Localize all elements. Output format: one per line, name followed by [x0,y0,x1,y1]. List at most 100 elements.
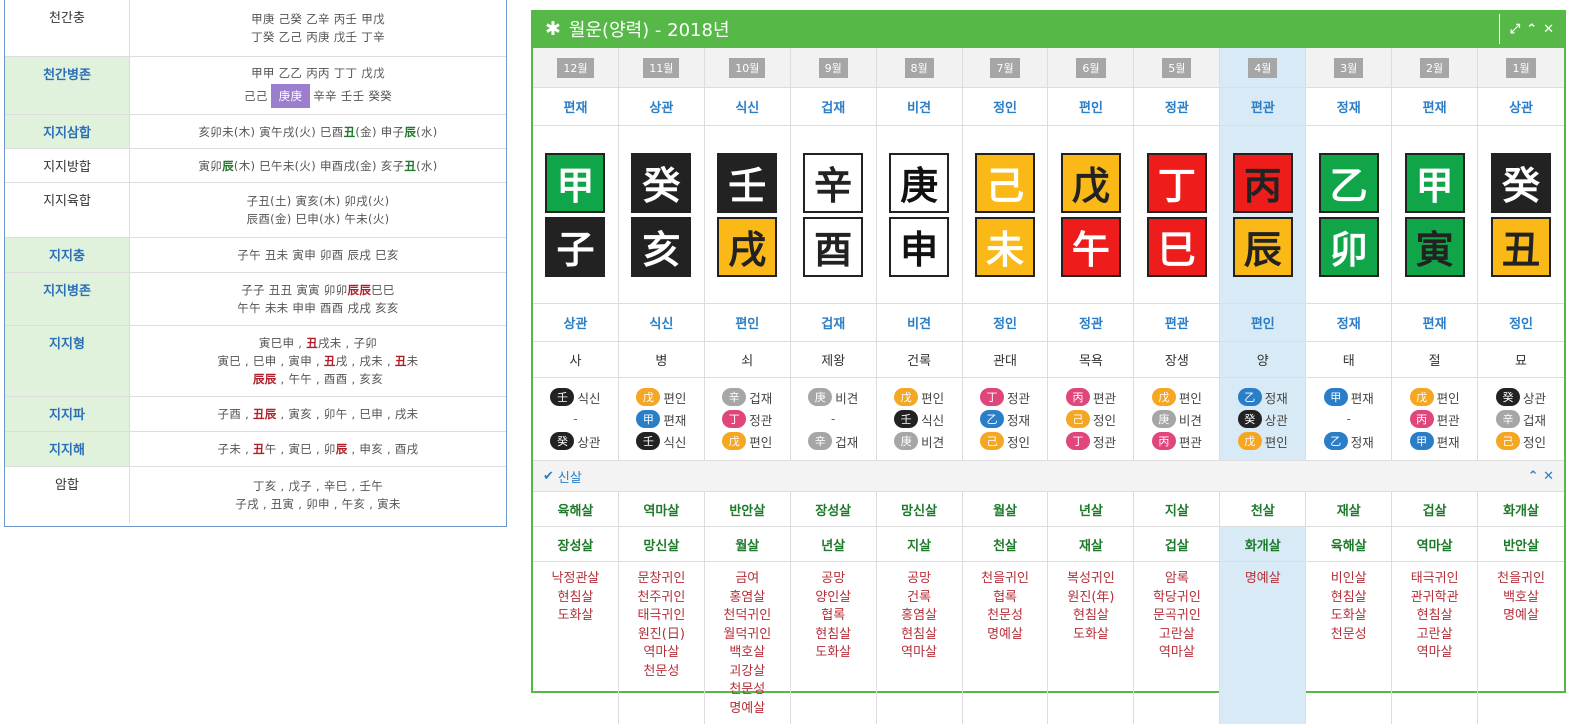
earthly-branch[interactable]: 丑 [1491,216,1552,277]
hidden-stem-line: 甲 편재 [636,409,686,429]
hidden-stem-badge: 戊 [722,432,747,450]
hidden-stem-god: 편재 [1350,390,1374,406]
heavenly-stem[interactable]: 庚 [889,152,950,213]
sinsal-item: 태극귀인 [637,608,686,623]
earthly-branch[interactable]: 寅 [1404,216,1465,277]
hidden-stem-god: 비견 [921,434,945,450]
heavenly-stem[interactable]: 己 [975,152,1036,213]
hidden-stem-god: 겁재 [835,434,859,450]
earthly-branch[interactable]: 卯 [1318,216,1379,277]
sinsal-controls: ⌃ ✕ [1528,469,1554,484]
month-badge[interactable]: 10월 [729,57,766,78]
relation-text: 丑 [252,442,265,456]
hidden-stem-line: 辛 겁재 [1496,409,1546,429]
earthly-branch[interactable]: 申 [889,216,950,277]
sal-cell: 지살 [1134,492,1221,527]
pillar-cell: 壬戌 [704,126,791,304]
relation-line: 子午 丑未 寅申 卯酉 辰戌 巳亥 [237,248,399,262]
heavenly-stem[interactable]: 癸 [631,152,692,213]
earthly-branch[interactable]: 亥 [631,216,692,277]
collapse-icon[interactable]: ⌃ [1528,469,1539,484]
relation-line: 寅卯辰(木) 巳午未(火) 申酉戌(金) 亥子丑(水) [199,157,438,175]
month-badge[interactable]: 12월 [557,57,594,78]
hidden-stem-line: 丁 정관 [722,409,772,429]
heavenly-stem[interactable]: 甲 [545,152,606,213]
sinsal-item: 천을귀인 [981,571,1029,586]
month-cell: 9월 [790,48,877,88]
hidden-stem-badge: 丁 [980,388,1005,406]
sal-cell: 망신살 [618,527,705,562]
month-badge[interactable]: 6월 [1076,57,1106,78]
heavenly-stem[interactable]: 辛 [803,152,864,213]
hidden-stem-cell: 甲 편재 - 乙 정재 [1306,378,1393,461]
relation-text: 戌 , 戌未 , [335,354,395,368]
stem-god-cell: 정관 [1134,88,1221,126]
close-icon[interactable]: ✕ [1543,22,1554,37]
pillar-cell: 癸丑 [1478,126,1564,304]
month-badge[interactable]: 9월 [818,57,848,78]
hidden-stem-cell: 丙 편관 己 정인 丁 정관 [1048,378,1135,461]
hidden-stem-cell: 乙 정재 癸 상관 戊 편인 [1220,378,1307,461]
sinsal-list-cell: 공망 건록 홍염살 현침살 역마살 [877,562,963,724]
month-badge[interactable]: 4월 [1248,57,1278,78]
earthly-branch[interactable]: 酉 [803,216,864,277]
hidden-stem-line: 壬 식신 [550,387,600,407]
hidden-stem-cell: 庚 비견 - 辛 겁재 [790,378,877,461]
month-badge[interactable]: 5월 [1162,57,1192,78]
sinsal-item: 원진(日) [637,626,685,642]
relation-row: 지지삼합 亥卯未(木) 寅午戌(火) 巳酉丑(金) 申子辰(水) [5,115,506,149]
hidden-stem-god: 정인 [1007,434,1031,450]
month-badge[interactable]: 8월 [904,57,934,78]
hidden-stem-badge: 丙 [1151,432,1176,450]
relation-values: 子未 , 丑午 , 寅巳 , 卯辰 , 申亥 , 酉戌 [130,432,506,466]
expand-icon[interactable]: ⤢ [1510,22,1520,37]
heavenly-stem[interactable]: 丁 [1146,152,1207,213]
twelve-stage-row: 사 병 쇠 제왕 건록 관대 목욕 장생 양 태 절 묘 [533,342,1564,378]
sinsal-item: 도화살 [1330,608,1367,623]
sal-cell: 반안살 [1478,527,1564,562]
stage-cell: 병 [618,342,705,378]
sal-cell: 반안살 [704,492,791,527]
hidden-stem-god: 겁재 [749,390,773,406]
relation-line: 子戌 , 丑寅 , 卯申 , 午亥 , 寅未 [235,497,401,511]
gear-icon[interactable]: ✱ [545,18,561,40]
hidden-stem-cell: 壬 식신 - 癸 상관 [533,378,619,461]
hidden-stem-badge: 丁 [722,410,747,428]
earthly-branch[interactable]: 午 [1060,216,1121,277]
relation-text: 寅卯 [198,158,223,173]
sinsal-section-header[interactable]: ✔ 신살 ⌃ ✕ [533,461,1564,492]
collapse-icon[interactable]: ⌃ [1526,22,1537,37]
stem-god-cell: 편재 [1392,88,1479,126]
stage-cell: 사 [533,342,619,378]
relation-text: 辰 [222,158,234,173]
heavenly-stem[interactable]: 乙 [1318,152,1379,213]
earthly-branch[interactable]: 未 [975,216,1036,277]
relation-row: 지지충 子午 丑未 寅申 卯酉 辰戌 巳亥 [5,238,506,273]
heavenly-stem[interactable]: 戊 [1060,152,1121,213]
stage-cell: 쇠 [704,342,791,378]
hidden-stem-line: - [831,409,835,429]
hidden-stem-badge: 己 [1496,432,1521,450]
month-badge[interactable]: 11월 [643,57,680,78]
relation-text: , 申亥 , 酉戌 [347,442,419,456]
earthly-branch[interactable]: 子 [545,216,606,277]
sinsal-list-cell: 명예살 [1220,562,1307,724]
month-badge[interactable]: 3월 [1334,57,1364,78]
month-badge[interactable]: 7월 [990,57,1020,78]
heavenly-stem[interactable]: 壬 [717,152,778,213]
relation-label: 지지해 [5,432,130,466]
earthly-branch[interactable]: 巳 [1146,216,1207,277]
earthly-branch[interactable]: 辰 [1232,216,1293,277]
month-badge[interactable]: 2월 [1420,57,1450,78]
close-icon[interactable]: ✕ [1543,469,1554,484]
panel-header: ✱ 월운(양력) - 2018년 ⤢ ⌃ ✕ [533,10,1564,48]
heavenly-stem[interactable]: 癸 [1491,152,1552,213]
hidden-stem-line: 乙 정재 [980,409,1030,429]
stem-god-row: 편재 상관 식신 겁재 비견 정인 편인 정관 편관 정재 편재 상관 [533,88,1564,126]
heavenly-stem[interactable]: 丙 [1232,152,1293,213]
earthly-branch[interactable]: 戌 [717,216,778,277]
heavenly-stem[interactable]: 甲 [1404,152,1465,213]
sinsal-list-cell: 복성귀인 원진(年) 현침살 도화살 [1048,562,1135,724]
relation-text: 丑 [306,336,318,350]
month-badge[interactable]: 1월 [1506,57,1536,78]
